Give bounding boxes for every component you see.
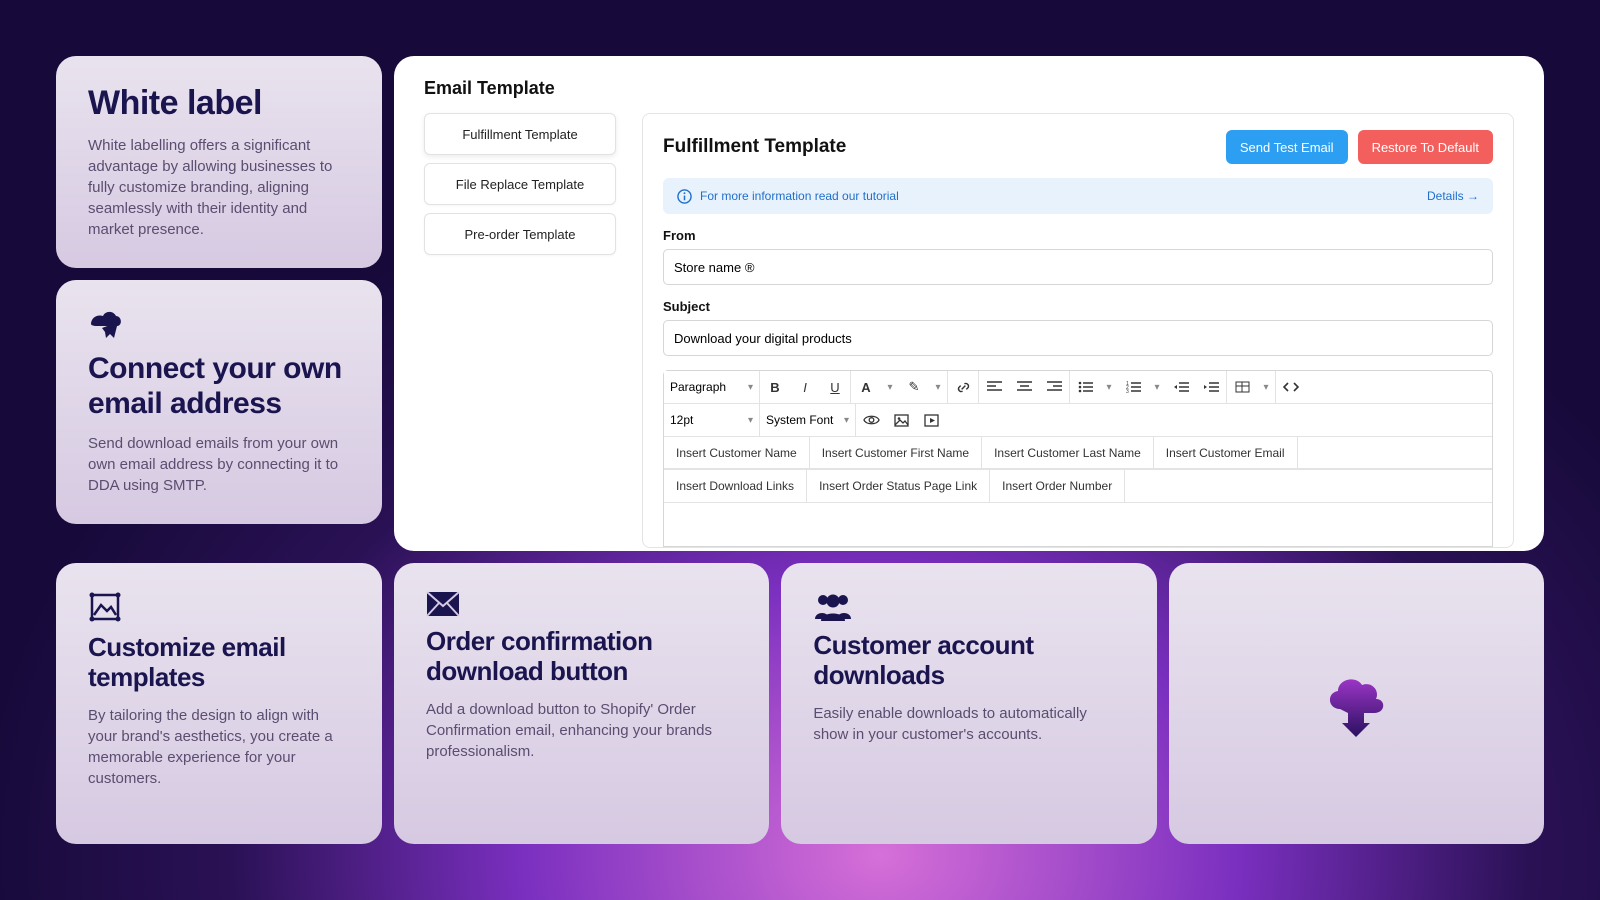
code-view-button[interactable] bbox=[1276, 371, 1306, 403]
info-text: For more information read our tutorial bbox=[700, 189, 899, 203]
svg-text:3: 3 bbox=[1126, 389, 1129, 393]
template-item-preorder[interactable]: Pre-order Template bbox=[424, 213, 616, 255]
connect-email-body: Send download emails from your own own e… bbox=[88, 433, 350, 496]
insert-customer-email[interactable]: Insert Customer Email bbox=[1154, 437, 1298, 469]
from-label: From bbox=[663, 228, 1493, 243]
indent-button[interactable] bbox=[1196, 371, 1226, 403]
editor-main-title: Fulfillment Template bbox=[663, 136, 846, 158]
bullet-list-button[interactable] bbox=[1070, 371, 1100, 403]
table-button[interactable] bbox=[1227, 371, 1257, 403]
template-item-fulfillment[interactable]: Fulfillment Template bbox=[424, 113, 616, 155]
align-center-button[interactable] bbox=[1009, 371, 1039, 403]
customize-templates-title: Customize email templates bbox=[88, 633, 350, 693]
restore-default-button[interactable]: Restore To Default bbox=[1358, 130, 1493, 164]
subject-input[interactable] bbox=[663, 320, 1493, 356]
insert-customer-last-name[interactable]: Insert Customer Last Name bbox=[982, 437, 1154, 469]
insert-order-number[interactable]: Insert Order Number bbox=[990, 470, 1125, 502]
card-connect-email: Connect your own email address Send down… bbox=[56, 280, 382, 524]
highlight-dropdown[interactable]: ▾ bbox=[929, 371, 947, 403]
editor-main: Fulfillment Template Send Test Email Res… bbox=[642, 113, 1514, 548]
highlight-button[interactable]: ✎ bbox=[899, 371, 929, 403]
email-template-panel: Email Template Fulfillment Template File… bbox=[394, 56, 1544, 551]
order-confirmation-body: Add a download button to Shopify' Order … bbox=[426, 699, 737, 762]
bold-button[interactable]: B bbox=[760, 371, 790, 403]
details-link[interactable]: Details → bbox=[1427, 189, 1479, 203]
card-order-confirmation: Order confirmation download button Add a… bbox=[394, 563, 769, 844]
template-list: Fulfillment Template File Replace Templa… bbox=[424, 113, 616, 548]
insert-download-links[interactable]: Insert Download Links bbox=[664, 470, 807, 502]
block-format-select[interactable]: Paragraph▾ bbox=[664, 371, 759, 403]
card-cloud-download bbox=[1169, 563, 1544, 844]
from-input[interactable] bbox=[663, 249, 1493, 285]
image-button[interactable] bbox=[886, 404, 916, 436]
align-right-button[interactable] bbox=[1039, 371, 1069, 403]
italic-button[interactable]: I bbox=[790, 371, 820, 403]
customer-account-title: Customer account downloads bbox=[813, 631, 1124, 691]
table-dropdown[interactable]: ▾ bbox=[1257, 371, 1275, 403]
font-family-select[interactable]: System Font▾ bbox=[760, 404, 855, 436]
template-item-file-replace[interactable]: File Replace Template bbox=[424, 163, 616, 205]
card-customize-templates: Customize email templates By tailoring t… bbox=[56, 563, 382, 844]
insert-customer-first-name[interactable]: Insert Customer First Name bbox=[810, 437, 982, 469]
outdent-button[interactable] bbox=[1166, 371, 1196, 403]
panel-title: Email Template bbox=[424, 78, 1514, 99]
link-button[interactable] bbox=[948, 371, 978, 403]
insert-order-status-link[interactable]: Insert Order Status Page Link bbox=[807, 470, 990, 502]
align-left-button[interactable] bbox=[979, 371, 1009, 403]
card-white-label: White label White labelling offers a sig… bbox=[56, 56, 382, 268]
numbered-list-dropdown[interactable]: ▾ bbox=[1148, 371, 1166, 403]
card-customer-account: Customer account downloads Easily enable… bbox=[781, 563, 1156, 844]
info-bar: For more information read our tutorial D… bbox=[663, 178, 1493, 214]
paper-plane-icon bbox=[88, 308, 350, 342]
editor-content-area[interactable] bbox=[663, 503, 1493, 547]
image-frame-icon bbox=[88, 591, 350, 623]
info-icon bbox=[677, 189, 692, 204]
underline-button[interactable]: U bbox=[820, 371, 850, 403]
bullet-list-dropdown[interactable]: ▾ bbox=[1100, 371, 1118, 403]
text-color-dropdown[interactable]: ▾ bbox=[881, 371, 899, 403]
font-size-select[interactable]: 12pt▾ bbox=[664, 404, 759, 436]
white-label-title: White label bbox=[88, 84, 350, 123]
customer-account-body: Easily enable downloads to automatically… bbox=[813, 703, 1124, 745]
order-confirmation-title: Order confirmation download button bbox=[426, 627, 737, 687]
users-icon bbox=[813, 591, 1124, 621]
send-test-email-button[interactable]: Send Test Email bbox=[1226, 130, 1348, 164]
text-color-button[interactable]: A bbox=[851, 371, 881, 403]
insert-customer-name[interactable]: Insert Customer Name bbox=[664, 437, 810, 469]
subject-label: Subject bbox=[663, 299, 1493, 314]
connect-email-title: Connect your own email address bbox=[88, 352, 350, 421]
numbered-list-button[interactable]: 123 bbox=[1118, 371, 1148, 403]
customize-templates-body: By tailoring the design to align with yo… bbox=[88, 705, 350, 789]
white-label-body: White labelling offers a significant adv… bbox=[88, 135, 350, 240]
rich-text-toolbar: Paragraph▾ B I U A ▾ ✎ ▾ bbox=[663, 370, 1493, 503]
envelope-icon bbox=[426, 591, 737, 617]
cloud-download-icon bbox=[1320, 669, 1392, 739]
media-button[interactable] bbox=[916, 404, 946, 436]
preview-button[interactable] bbox=[856, 404, 886, 436]
